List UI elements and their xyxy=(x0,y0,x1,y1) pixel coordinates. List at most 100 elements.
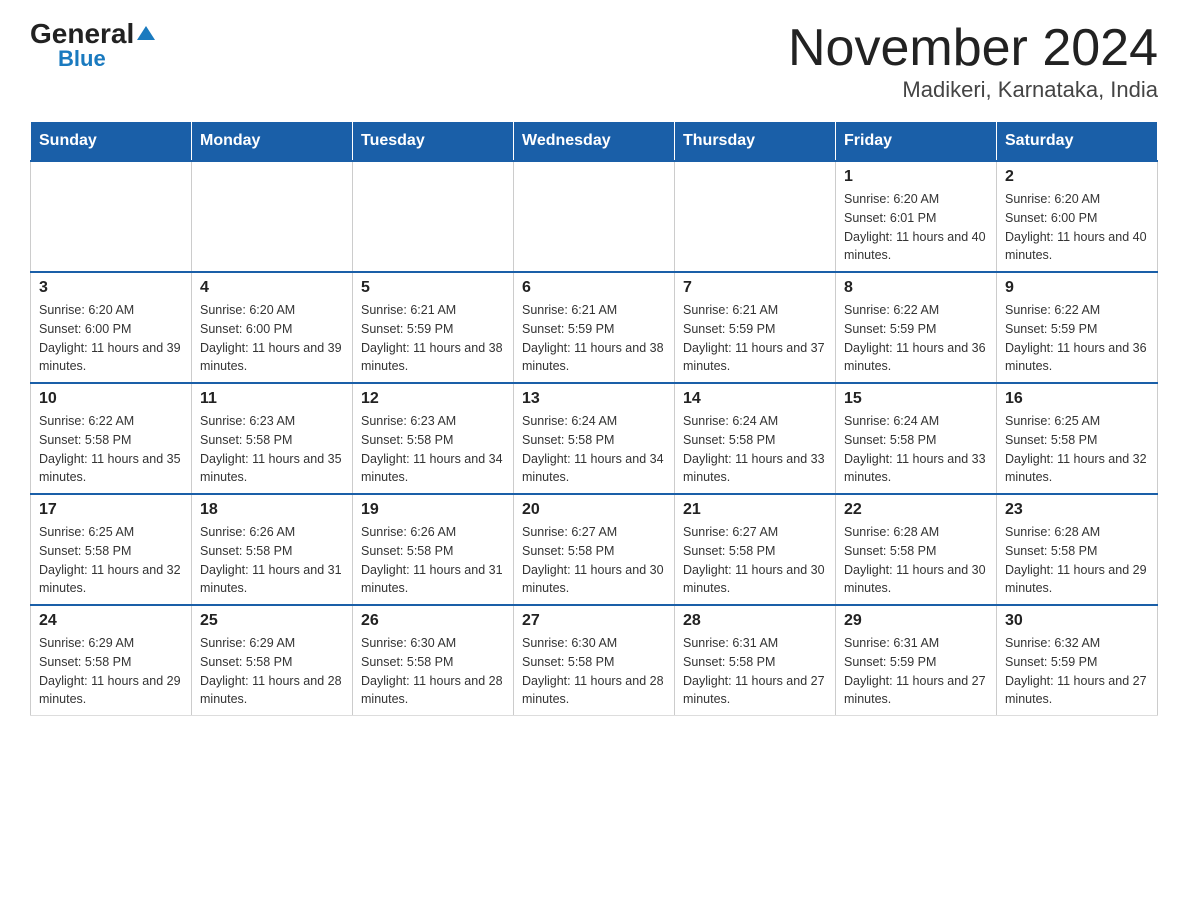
logo-blue-text: Blue xyxy=(58,46,106,72)
table-row: 15 Sunrise: 6:24 AMSunset: 5:58 PMDayligh… xyxy=(836,383,997,494)
day-number: 12 xyxy=(361,390,505,408)
day-info: Sunrise: 6:23 AMSunset: 5:58 PMDaylight:… xyxy=(200,412,344,487)
day-number: 15 xyxy=(844,390,988,408)
calendar-header-row: Sunday Monday Tuesday Wednesday Thursday… xyxy=(31,122,1158,162)
col-friday: Friday xyxy=(836,122,997,162)
day-info: Sunrise: 6:25 AMSunset: 5:58 PMDaylight:… xyxy=(39,523,183,598)
day-info: Sunrise: 6:22 AMSunset: 5:59 PMDaylight:… xyxy=(844,301,988,376)
calendar-week-row: 24 Sunrise: 6:29 AMSunset: 5:58 PMDayligh… xyxy=(31,605,1158,716)
table-row: 7 Sunrise: 6:21 AMSunset: 5:59 PMDaylight… xyxy=(675,272,836,383)
col-sunday: Sunday xyxy=(31,122,192,162)
day-info: Sunrise: 6:22 AMSunset: 5:58 PMDaylight:… xyxy=(39,412,183,487)
day-info: Sunrise: 6:24 AMSunset: 5:58 PMDaylight:… xyxy=(522,412,666,487)
table-row: 18 Sunrise: 6:26 AMSunset: 5:58 PMDayligh… xyxy=(192,494,353,605)
col-thursday: Thursday xyxy=(675,122,836,162)
day-info: Sunrise: 6:30 AMSunset: 5:58 PMDaylight:… xyxy=(522,634,666,709)
day-number: 6 xyxy=(522,279,666,297)
day-number: 20 xyxy=(522,501,666,519)
day-number: 5 xyxy=(361,279,505,297)
logo-triangle-icon xyxy=(137,26,155,40)
day-info: Sunrise: 6:29 AMSunset: 5:58 PMDaylight:… xyxy=(39,634,183,709)
day-info: Sunrise: 6:29 AMSunset: 5:58 PMDaylight:… xyxy=(200,634,344,709)
table-row: 25 Sunrise: 6:29 AMSunset: 5:58 PMDayligh… xyxy=(192,605,353,716)
table-row: 24 Sunrise: 6:29 AMSunset: 5:58 PMDayligh… xyxy=(31,605,192,716)
day-info: Sunrise: 6:32 AMSunset: 5:59 PMDaylight:… xyxy=(1005,634,1149,709)
logo-general-text: General xyxy=(30,20,155,48)
calendar-week-row: 17 Sunrise: 6:25 AMSunset: 5:58 PMDayligh… xyxy=(31,494,1158,605)
day-number: 24 xyxy=(39,612,183,630)
day-info: Sunrise: 6:26 AMSunset: 5:58 PMDaylight:… xyxy=(200,523,344,598)
day-info: Sunrise: 6:21 AMSunset: 5:59 PMDaylight:… xyxy=(361,301,505,376)
day-number: 16 xyxy=(1005,390,1149,408)
table-row: 17 Sunrise: 6:25 AMSunset: 5:58 PMDayligh… xyxy=(31,494,192,605)
table-row: 20Sunrise: 6:27 AMSunset: 5:58 PMDayligh… xyxy=(514,494,675,605)
day-info: Sunrise: 6:20 AMSunset: 6:00 PMDaylight:… xyxy=(1005,190,1149,265)
day-number: 10 xyxy=(39,390,183,408)
table-row: 19Sunrise: 6:26 AMSunset: 5:58 PMDayligh… xyxy=(353,494,514,605)
table-row: 26Sunrise: 6:30 AMSunset: 5:58 PMDayligh… xyxy=(353,605,514,716)
day-number: 3 xyxy=(39,279,183,297)
day-info: Sunrise: 6:25 AMSunset: 5:58 PMDaylight:… xyxy=(1005,412,1149,487)
calendar-week-row: 3 Sunrise: 6:20 AMSunset: 6:00 PMDaylight… xyxy=(31,272,1158,383)
day-info: Sunrise: 6:31 AMSunset: 5:58 PMDaylight:… xyxy=(683,634,827,709)
day-info: Sunrise: 6:21 AMSunset: 5:59 PMDaylight:… xyxy=(522,301,666,376)
table-row: 2 Sunrise: 6:20 AMSunset: 6:00 PMDaylight… xyxy=(997,161,1158,272)
table-row xyxy=(675,161,836,272)
day-info: Sunrise: 6:28 AMSunset: 5:58 PMDaylight:… xyxy=(1005,523,1149,598)
table-row: 21 Sunrise: 6:27 AMSunset: 5:58 PMDayligh… xyxy=(675,494,836,605)
day-info: Sunrise: 6:23 AMSunset: 5:58 PMDaylight:… xyxy=(361,412,505,487)
day-info: Sunrise: 6:30 AMSunset: 5:58 PMDaylight:… xyxy=(361,634,505,709)
location-title: Madikeri, Karnataka, India xyxy=(788,77,1158,103)
day-number: 25 xyxy=(200,612,344,630)
table-row: 1 Sunrise: 6:20 AMSunset: 6:01 PMDaylight… xyxy=(836,161,997,272)
day-number: 21 xyxy=(683,501,827,519)
day-number: 17 xyxy=(39,501,183,519)
table-row: 29 Sunrise: 6:31 AMSunset: 5:59 PMDayligh… xyxy=(836,605,997,716)
day-info: Sunrise: 6:27 AMSunset: 5:58 PMDaylight:… xyxy=(683,523,827,598)
calendar-table: Sunday Monday Tuesday Wednesday Thursday… xyxy=(30,121,1158,716)
table-row xyxy=(31,161,192,272)
table-row: 10 Sunrise: 6:22 AMSunset: 5:58 PMDayligh… xyxy=(31,383,192,494)
day-number: 2 xyxy=(1005,168,1149,186)
title-block: November 2024 Madikeri, Karnataka, India xyxy=(788,20,1158,103)
table-row: 13 Sunrise: 6:24 AMSunset: 5:58 PMDayligh… xyxy=(514,383,675,494)
month-year-title: November 2024 xyxy=(788,20,1158,77)
table-row: 16 Sunrise: 6:25 AMSunset: 5:58 PMDayligh… xyxy=(997,383,1158,494)
col-saturday: Saturday xyxy=(997,122,1158,162)
day-info: Sunrise: 6:20 AMSunset: 6:01 PMDaylight:… xyxy=(844,190,988,265)
day-info: Sunrise: 6:31 AMSunset: 5:59 PMDaylight:… xyxy=(844,634,988,709)
page-header: General Blue November 2024 Madikeri, Kar… xyxy=(30,20,1158,103)
day-number: 19 xyxy=(361,501,505,519)
day-info: Sunrise: 6:21 AMSunset: 5:59 PMDaylight:… xyxy=(683,301,827,376)
day-info: Sunrise: 6:22 AMSunset: 5:59 PMDaylight:… xyxy=(1005,301,1149,376)
table-row: 6 Sunrise: 6:21 AMSunset: 5:59 PMDaylight… xyxy=(514,272,675,383)
day-number: 14 xyxy=(683,390,827,408)
table-row: 27 Sunrise: 6:30 AMSunset: 5:58 PMDayligh… xyxy=(514,605,675,716)
table-row xyxy=(192,161,353,272)
day-info: Sunrise: 6:24 AMSunset: 5:58 PMDaylight:… xyxy=(844,412,988,487)
day-number: 13 xyxy=(522,390,666,408)
table-row: 11Sunrise: 6:23 AMSunset: 5:58 PMDayligh… xyxy=(192,383,353,494)
day-number: 9 xyxy=(1005,279,1149,297)
day-number: 8 xyxy=(844,279,988,297)
day-number: 1 xyxy=(844,168,988,186)
table-row: 14 Sunrise: 6:24 AMSunset: 5:58 PMDayligh… xyxy=(675,383,836,494)
table-row: 5 Sunrise: 6:21 AMSunset: 5:59 PMDaylight… xyxy=(353,272,514,383)
day-info: Sunrise: 6:20 AMSunset: 6:00 PMDaylight:… xyxy=(39,301,183,376)
table-row: 9 Sunrise: 6:22 AMSunset: 5:59 PMDaylight… xyxy=(997,272,1158,383)
day-number: 29 xyxy=(844,612,988,630)
day-number: 18 xyxy=(200,501,344,519)
day-number: 22 xyxy=(844,501,988,519)
table-row: 4Sunrise: 6:20 AMSunset: 6:00 PMDaylight… xyxy=(192,272,353,383)
day-info: Sunrise: 6:28 AMSunset: 5:58 PMDaylight:… xyxy=(844,523,988,598)
day-info: Sunrise: 6:24 AMSunset: 5:58 PMDaylight:… xyxy=(683,412,827,487)
col-tuesday: Tuesday xyxy=(353,122,514,162)
col-monday: Monday xyxy=(192,122,353,162)
day-number: 23 xyxy=(1005,501,1149,519)
table-row: 22 Sunrise: 6:28 AMSunset: 5:58 PMDayligh… xyxy=(836,494,997,605)
table-row xyxy=(353,161,514,272)
day-number: 7 xyxy=(683,279,827,297)
day-number: 27 xyxy=(522,612,666,630)
table-row: 30Sunrise: 6:32 AMSunset: 5:59 PMDayligh… xyxy=(997,605,1158,716)
logo: General Blue xyxy=(30,20,155,72)
